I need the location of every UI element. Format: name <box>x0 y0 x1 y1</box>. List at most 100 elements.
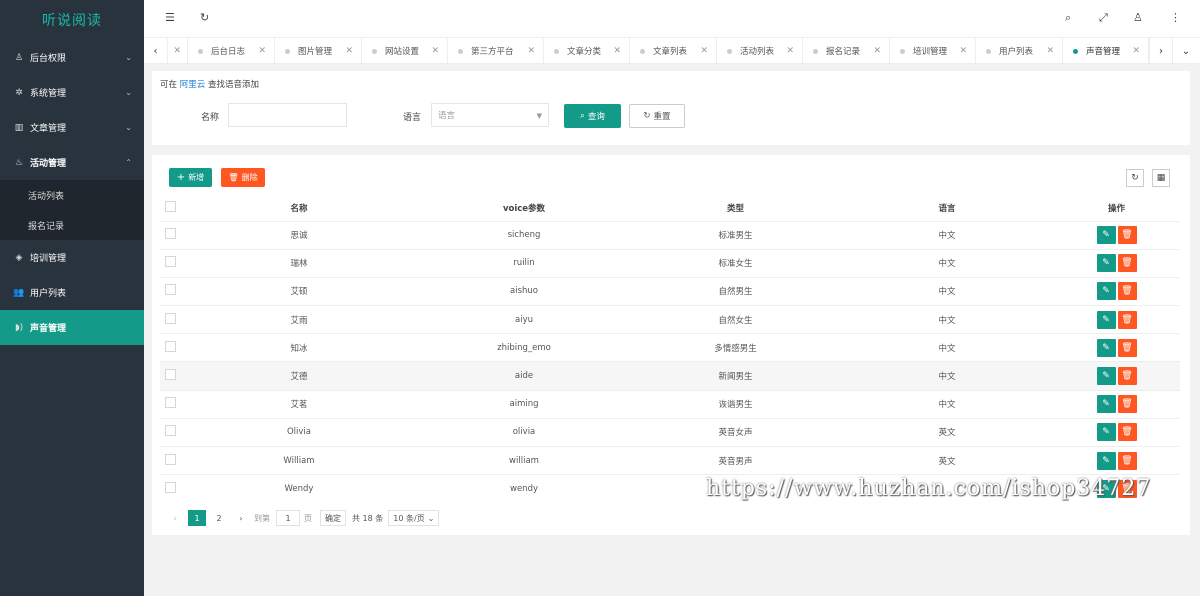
page-unit-label: 页 <box>304 513 312 523</box>
sidebar-item-system[interactable]: ✲ 系统管理 ⌄ <box>0 75 144 110</box>
row-checkbox[interactable] <box>164 256 176 268</box>
sidebar-item-training[interactable]: ◈ 培训管理 <box>0 240 144 275</box>
row-checkbox[interactable] <box>164 482 176 494</box>
tab-prev-icon[interactable]: ‹ <box>144 38 168 64</box>
close-icon[interactable]: ✕ <box>431 46 439 56</box>
row-checkbox[interactable] <box>164 397 176 409</box>
close-icon[interactable]: ✕ <box>527 46 535 56</box>
edit-icon[interactable]: ✎ <box>1096 282 1116 301</box>
sidebar-subitem-signup-records[interactable]: 报名记录 <box>0 210 144 240</box>
page-prev-icon[interactable]: ‹ <box>166 510 184 526</box>
cell-type: 标准男生 <box>630 220 841 250</box>
row-checkbox[interactable] <box>164 228 176 240</box>
close-icon[interactable]: ✕ <box>258 46 266 56</box>
tab-voices[interactable]: 声音管理 ✕ <box>1063 38 1149 64</box>
page-1[interactable]: 1 <box>188 510 206 526</box>
cell-voice: aiming <box>418 389 630 419</box>
search-icon[interactable]: ⌕ <box>1065 11 1071 25</box>
goto-confirm-button[interactable]: 确定 <box>320 510 346 526</box>
delete-button[interactable]: 🗑 删除 <box>221 168 265 187</box>
add-button[interactable]: + 新增 <box>169 168 212 187</box>
goto-page-input[interactable]: 1 <box>276 510 300 526</box>
sidebar: 听说阅读 ♙ 后台权限 ⌄ ✲ 系统管理 ⌄ ▥ 文章管理 ⌄ ♨ 活动管理 ⌃… <box>0 0 144 596</box>
tab-home-close[interactable]: ✕ <box>168 38 188 64</box>
edit-icon[interactable]: ✎ <box>1096 254 1116 273</box>
close-icon[interactable]: ✕ <box>786 46 794 56</box>
sidebar-item-activities[interactable]: ♨ 活动管理 ⌃ <box>0 145 144 180</box>
tab-article-categories[interactable]: 文章分类 ✕ <box>544 38 630 64</box>
tab-images[interactable]: 图片管理 ✕ <box>275 38 362 64</box>
close-icon[interactable]: ✕ <box>173 46 181 56</box>
close-icon[interactable]: ✕ <box>959 46 967 56</box>
fullscreen-icon[interactable]: ⤢ <box>1099 11 1108 25</box>
trash-icon[interactable]: 🗑 <box>1117 338 1137 357</box>
sidebar-item-articles[interactable]: ▥ 文章管理 ⌄ <box>0 110 144 145</box>
more-icon[interactable]: ⋮ <box>1170 11 1181 24</box>
tab-article-list[interactable]: 文章列表 ✕ <box>630 38 717 64</box>
tab-next-icon[interactable]: › <box>1149 38 1173 64</box>
cell-type: 多情感男生 <box>630 333 841 362</box>
edit-icon[interactable]: ✎ <box>1096 338 1116 357</box>
sidebar-subitem-activity-list[interactable]: 活动列表 <box>0 180 144 210</box>
page-2[interactable]: 2 <box>210 510 228 526</box>
trash-icon[interactable]: 🗑 <box>1117 226 1137 245</box>
column-filter-icon[interactable]: ▦ <box>1152 169 1170 187</box>
tab-activity-list[interactable]: 活动列表 ✕ <box>717 38 803 64</box>
name-input[interactable] <box>228 103 347 127</box>
language-select[interactable]: 语言 ▼ <box>431 103 549 127</box>
trash-icon[interactable]: 🗑 <box>1117 254 1137 273</box>
trash-icon[interactable]: 🗑 <box>1117 451 1137 470</box>
edit-icon[interactable]: ✎ <box>1096 367 1116 386</box>
row-checkbox[interactable] <box>164 425 176 437</box>
row-checkbox[interactable] <box>164 340 176 352</box>
close-icon[interactable]: ✕ <box>1046 46 1054 56</box>
select-all-checkbox[interactable] <box>164 200 176 212</box>
edit-icon[interactable]: ✎ <box>1096 423 1116 442</box>
cell-name: Wendy <box>180 474 418 503</box>
tab-users[interactable]: 用户列表 ✕ <box>976 38 1063 64</box>
menu-toggle-icon[interactable]: ☰ <box>165 11 175 24</box>
aliyun-link[interactable]: 阿里云 <box>180 80 206 90</box>
tab-signup-records[interactable]: 报名记录 ✕ <box>803 38 890 64</box>
trash-icon[interactable]: 🗑 <box>1117 423 1137 442</box>
chevron-down-icon: ⌄ <box>125 53 132 62</box>
row-checkbox[interactable] <box>164 312 176 324</box>
cell-language: 中文 <box>841 248 1053 278</box>
trash-icon[interactable]: 🗑 <box>1117 367 1137 386</box>
refresh-icon[interactable]: ↻ <box>200 11 209 24</box>
edit-icon[interactable]: ✎ <box>1096 451 1116 470</box>
query-button[interactable]: ⌕ 查询 <box>564 104 621 128</box>
tip-suffix: 查找语音添加 <box>207 80 259 90</box>
table-refresh-icon[interactable]: ↻ <box>1126 169 1144 187</box>
trash-icon[interactable]: 🗑 <box>1117 395 1137 414</box>
row-checkbox[interactable] <box>164 284 176 296</box>
page-next-icon[interactable]: › <box>232 510 250 526</box>
tab-site-settings[interactable]: 网站设置 ✕ <box>362 38 448 64</box>
sidebar-item-admin[interactable]: ♙ 后台权限 ⌄ <box>0 40 144 75</box>
reset-label: 重置 <box>653 112 671 122</box>
close-icon[interactable]: ✕ <box>613 46 621 56</box>
table-row: 艾雨 aiyu 自然女生 中文 ✎ 🗑 <box>160 305 1180 334</box>
edit-icon[interactable]: ✎ <box>1096 226 1116 245</box>
row-checkbox[interactable] <box>164 369 176 381</box>
tab-third-party[interactable]: 第三方平台 ✕ <box>448 38 544 64</box>
tab-admin-log[interactable]: 后台日志 ✕ <box>188 38 275 64</box>
close-icon[interactable]: ✕ <box>700 46 708 56</box>
reset-button[interactable]: ↻ 重置 <box>629 104 685 128</box>
tab-dot <box>986 48 991 54</box>
user-icon[interactable]: ♙ <box>1133 11 1143 24</box>
sidebar-item-users[interactable]: 👥 用户列表 <box>0 275 144 310</box>
sidebar-item-voices[interactable]: ◗) 声音管理 <box>0 310 144 345</box>
close-icon[interactable]: ✕ <box>345 46 353 56</box>
edit-icon[interactable]: ✎ <box>1096 395 1116 414</box>
tab-training[interactable]: 培训管理 ✕ <box>890 38 976 64</box>
page-size-select[interactable]: 10 条/页 ⌄ <box>388 510 440 526</box>
tab-menu-chevron-icon[interactable]: ⌄ <box>1174 38 1198 64</box>
row-checkbox[interactable] <box>164 453 176 465</box>
col-voice: voice参数 <box>502 203 546 214</box>
close-icon[interactable]: ✕ <box>1132 46 1140 56</box>
trash-icon[interactable]: 🗑 <box>1117 282 1137 301</box>
edit-icon[interactable]: ✎ <box>1096 310 1116 329</box>
close-icon[interactable]: ✕ <box>873 46 881 56</box>
trash-icon[interactable]: 🗑 <box>1117 310 1137 329</box>
